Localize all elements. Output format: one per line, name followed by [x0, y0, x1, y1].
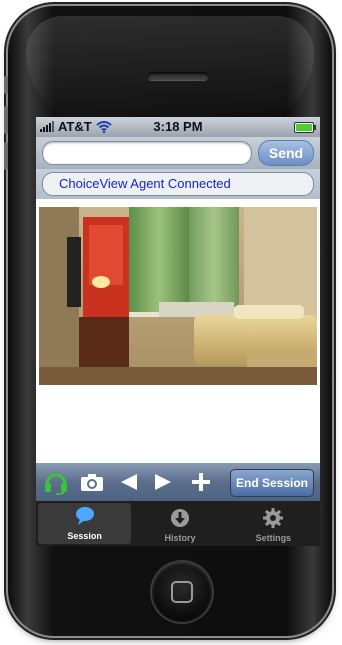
status-bar: AT&T 3:18 PM [36, 117, 320, 137]
camera-button[interactable] [78, 470, 106, 494]
mute-switch [4, 76, 8, 94]
app-screen: AT&T 3:18 PM Send ChoiceView Agent Conne… [36, 117, 320, 546]
address-input[interactable] [42, 141, 252, 165]
tab-history[interactable]: History [133, 501, 226, 546]
tab-history-label: History [164, 533, 196, 543]
add-button[interactable] [190, 471, 212, 493]
tab-bar: Session History Settings [36, 501, 320, 546]
tab-settings-label: Settings [255, 533, 292, 543]
hotel-room-photo [39, 207, 317, 385]
back-button[interactable] [118, 471, 140, 493]
home-square-icon [171, 581, 193, 603]
session-status-text: ChoiceView Agent Connected [42, 172, 314, 196]
tab-session-label: Session [67, 531, 102, 541]
send-button[interactable]: Send [258, 140, 314, 166]
volume-up-button [4, 106, 8, 134]
volume-down-button [4, 142, 8, 170]
download-icon [170, 509, 189, 527]
headset-icon [45, 473, 67, 495]
shared-content-area [36, 199, 320, 463]
back-arrow-icon [121, 474, 137, 490]
hotel-room-image [39, 207, 317, 385]
phone-glare [26, 16, 314, 126]
forward-arrow-icon [155, 474, 171, 490]
tab-session[interactable]: Session [38, 503, 132, 544]
home-button[interactable] [152, 562, 212, 622]
battery-icon [294, 122, 316, 133]
session-toolbar: End Session [36, 463, 320, 501]
forward-button[interactable] [152, 471, 174, 493]
earpiece-speaker [148, 72, 208, 80]
plus-icon [192, 473, 210, 491]
end-session-button[interactable]: End Session [230, 469, 314, 497]
headset-button[interactable] [42, 468, 70, 496]
clock: 3:18 PM [153, 119, 203, 134]
gear-icon [263, 508, 284, 528]
address-bar: Send [36, 137, 320, 169]
speech-bubble-icon [75, 507, 94, 525]
tab-settings[interactable]: Settings [227, 501, 320, 546]
session-status-row: ChoiceView Agent Connected [36, 169, 320, 199]
camera-icon [81, 474, 103, 491]
